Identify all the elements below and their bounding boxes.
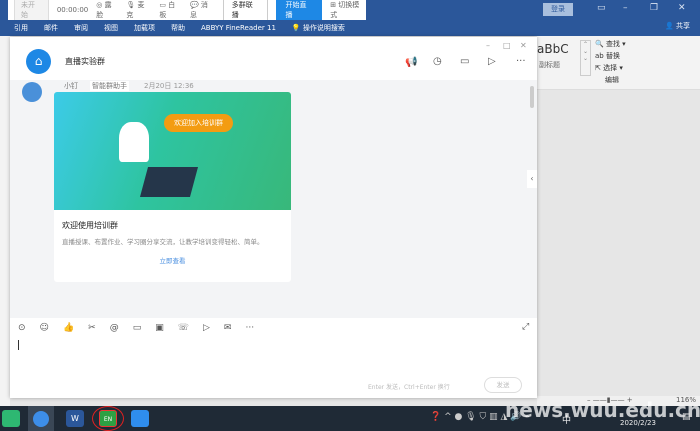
expand-icon[interactable]: ⤢	[522, 322, 529, 332]
style-label: 副标题	[539, 61, 560, 69]
app-icon-green[interactable]	[2, 410, 20, 427]
thumbs-up-icon[interactable]: 👍	[63, 323, 74, 333]
welcome-card[interactable]: 欢迎加入培训群 欢迎使用培训群 直播授课、布置作业、学习圈分享交流，让教学培训变…	[54, 92, 291, 282]
tab-review[interactable]: 审阅	[74, 23, 88, 33]
folder-upload-icon[interactable]: ▭	[133, 323, 142, 333]
more-icon[interactable]: ···	[516, 56, 526, 67]
ribbon-tabs: 引用 邮件 审阅 视图 加载项 帮助 ABBYY FineReader 11 💡…	[0, 20, 700, 36]
close-button[interactable]: ✕	[678, 3, 686, 13]
edit-group: 🔍 查找 ▾ ab 替换 ⇱ 选择 ▾ 编辑	[595, 38, 626, 86]
tab-abbyy[interactable]: ABBYY FineReader 11	[201, 24, 276, 32]
message-button[interactable]: 💬 消息	[190, 0, 215, 20]
style-preview[interactable]: aBbC	[537, 42, 569, 56]
sender-avatar[interactable]	[22, 82, 42, 102]
tab-view[interactable]: 视图	[104, 23, 118, 33]
emoji-icon[interactable]: ☺	[40, 323, 49, 333]
send-button[interactable]: 发送	[484, 377, 522, 393]
message-list: 小钉 智能群助手 2月20日 12:36 欢迎加入培训群 欢迎使用培训群 直播授…	[10, 80, 537, 318]
taskbar-active-app[interactable]	[28, 406, 54, 431]
group-title: 直播实验群	[65, 57, 105, 66]
login-button[interactable]: 登录	[543, 3, 573, 16]
folder-icon[interactable]: ▭	[460, 56, 469, 67]
select-button[interactable]: ⇱ 选择 ▾	[595, 62, 626, 74]
tab-mailings[interactable]: 邮件	[44, 23, 58, 33]
document-left-edge	[0, 36, 10, 406]
sender-tag: 智能群助手	[90, 81, 129, 91]
find-button[interactable]: 🔍 查找 ▾	[595, 38, 626, 50]
chat-maximize-button[interactable]: □	[503, 41, 511, 50]
switch-mode-button[interactable]: ⊞ 切换模式	[330, 0, 366, 20]
group-avatar: ⌂	[26, 49, 51, 74]
illustration-person	[119, 122, 149, 162]
card-title: 欢迎使用培训群	[62, 221, 118, 230]
phone-icon[interactable]: ☏	[178, 323, 189, 333]
live-status: 未开始	[14, 0, 49, 22]
live-playback-icon[interactable]: ▷	[488, 56, 496, 67]
card-description: 直播授课、布置作业、学习圈分享交流，让教学培训变得轻松、简单。	[62, 238, 264, 246]
ribbon-display-icon[interactable]: ▭	[597, 3, 606, 13]
gif-icon[interactable]: ⊙	[18, 323, 26, 333]
message-time: 2月20日 12:36	[144, 82, 194, 90]
edit-group-label: 编辑	[605, 76, 619, 84]
notification-icon[interactable]: ▤	[682, 412, 691, 422]
camera-button[interactable]: ◎ 露脸	[96, 0, 118, 20]
card-link[interactable]: 立即查看	[62, 255, 283, 265]
text-cursor	[18, 340, 19, 350]
file-icon[interactable]: ▣	[155, 323, 164, 333]
chat-header: ⌂ 直播实验群 – □ ✕ 📢 ◷ ▭ ▷ ···	[10, 37, 537, 80]
calendar-app-icon[interactable]	[131, 410, 149, 427]
styles-scroll[interactable]: ⌃ ⌄ ⌄	[580, 40, 591, 76]
whiteboard-button[interactable]: ▭ 白板	[159, 0, 182, 20]
tab-references[interactable]: 引用	[14, 23, 28, 33]
chat-window: ⌂ 直播实验群 – □ ✕ 📢 ◷ ▭ ▷ ··· 小钉 智能群助手 2月20日…	[10, 37, 537, 398]
restore-button[interactable]: ❐	[650, 3, 658, 13]
more-tools-icon[interactable]: ···	[245, 323, 254, 333]
announcement-icon[interactable]: 📢	[405, 57, 417, 68]
card-body: 欢迎使用培训群 直播授课、布置作业、学习圈分享交流，让教学培训变得轻松、简单。 …	[54, 210, 291, 265]
mail-icon[interactable]: ✉	[224, 323, 232, 333]
live-timer: 00:00:00	[56, 6, 89, 14]
word-icon[interactable]: W	[66, 410, 84, 427]
mic-button[interactable]: 🎙 麦克	[126, 0, 151, 20]
collapse-panel-button[interactable]: ‹	[527, 170, 537, 188]
replace-button[interactable]: ab 替换	[595, 50, 626, 62]
document-area	[537, 90, 700, 396]
dingtalk-icon	[33, 411, 49, 427]
sender-name: 小钉	[64, 82, 78, 90]
live-icon[interactable]: ▷	[203, 323, 210, 333]
mention-icon[interactable]: @	[110, 323, 119, 333]
banner-bubble: 欢迎加入培训群	[164, 114, 233, 132]
minimize-button[interactable]: –	[623, 3, 628, 13]
ribbon-body: aBbC 副标题 ⌃ ⌄ ⌄ 🔍 查找 ▾ ab 替换 ⇱ 选择 ▾ 编辑	[537, 36, 700, 90]
tell-me-search[interactable]: 💡 操作说明搜索	[292, 23, 345, 33]
illustration-laptop	[139, 167, 199, 197]
message-input[interactable]: Enter 发送，Ctrl+Enter 换行 发送	[10, 338, 537, 398]
tab-addins[interactable]: 加载项	[134, 23, 155, 33]
chat-minimize-button[interactable]: –	[486, 41, 490, 50]
highlight-circle	[92, 406, 124, 431]
history-icon[interactable]: ◷	[433, 56, 442, 67]
share-button[interactable]: 👤 共享	[665, 21, 690, 31]
taskbar: W EN ❓ ^ ● 🎙 ⛉ ▥ ◮ 🔊 ⌁ 中 2020/2/23 news.…	[0, 398, 700, 431]
live-toolbar: 未开始 00:00:00 ◎ 露脸 🎙 麦克 ▭ 白板 💬 消息 多群联播 开始…	[8, 0, 366, 23]
send-hint: Enter 发送，Ctrl+Enter 换行	[368, 384, 450, 391]
scrollbar[interactable]	[530, 86, 534, 108]
tab-help[interactable]: 帮助	[171, 23, 185, 33]
chat-close-button[interactable]: ✕	[520, 41, 527, 50]
input-toolbar: ⊙ ☺ 👍 ✂ @ ▭ ▣ ☏ ▷ ✉ ··· ⤢	[10, 318, 537, 338]
scissors-icon[interactable]: ✂	[88, 323, 96, 333]
card-banner: 欢迎加入培训群	[54, 92, 291, 210]
watermark: news.wuu.edu.cn	[505, 398, 700, 422]
